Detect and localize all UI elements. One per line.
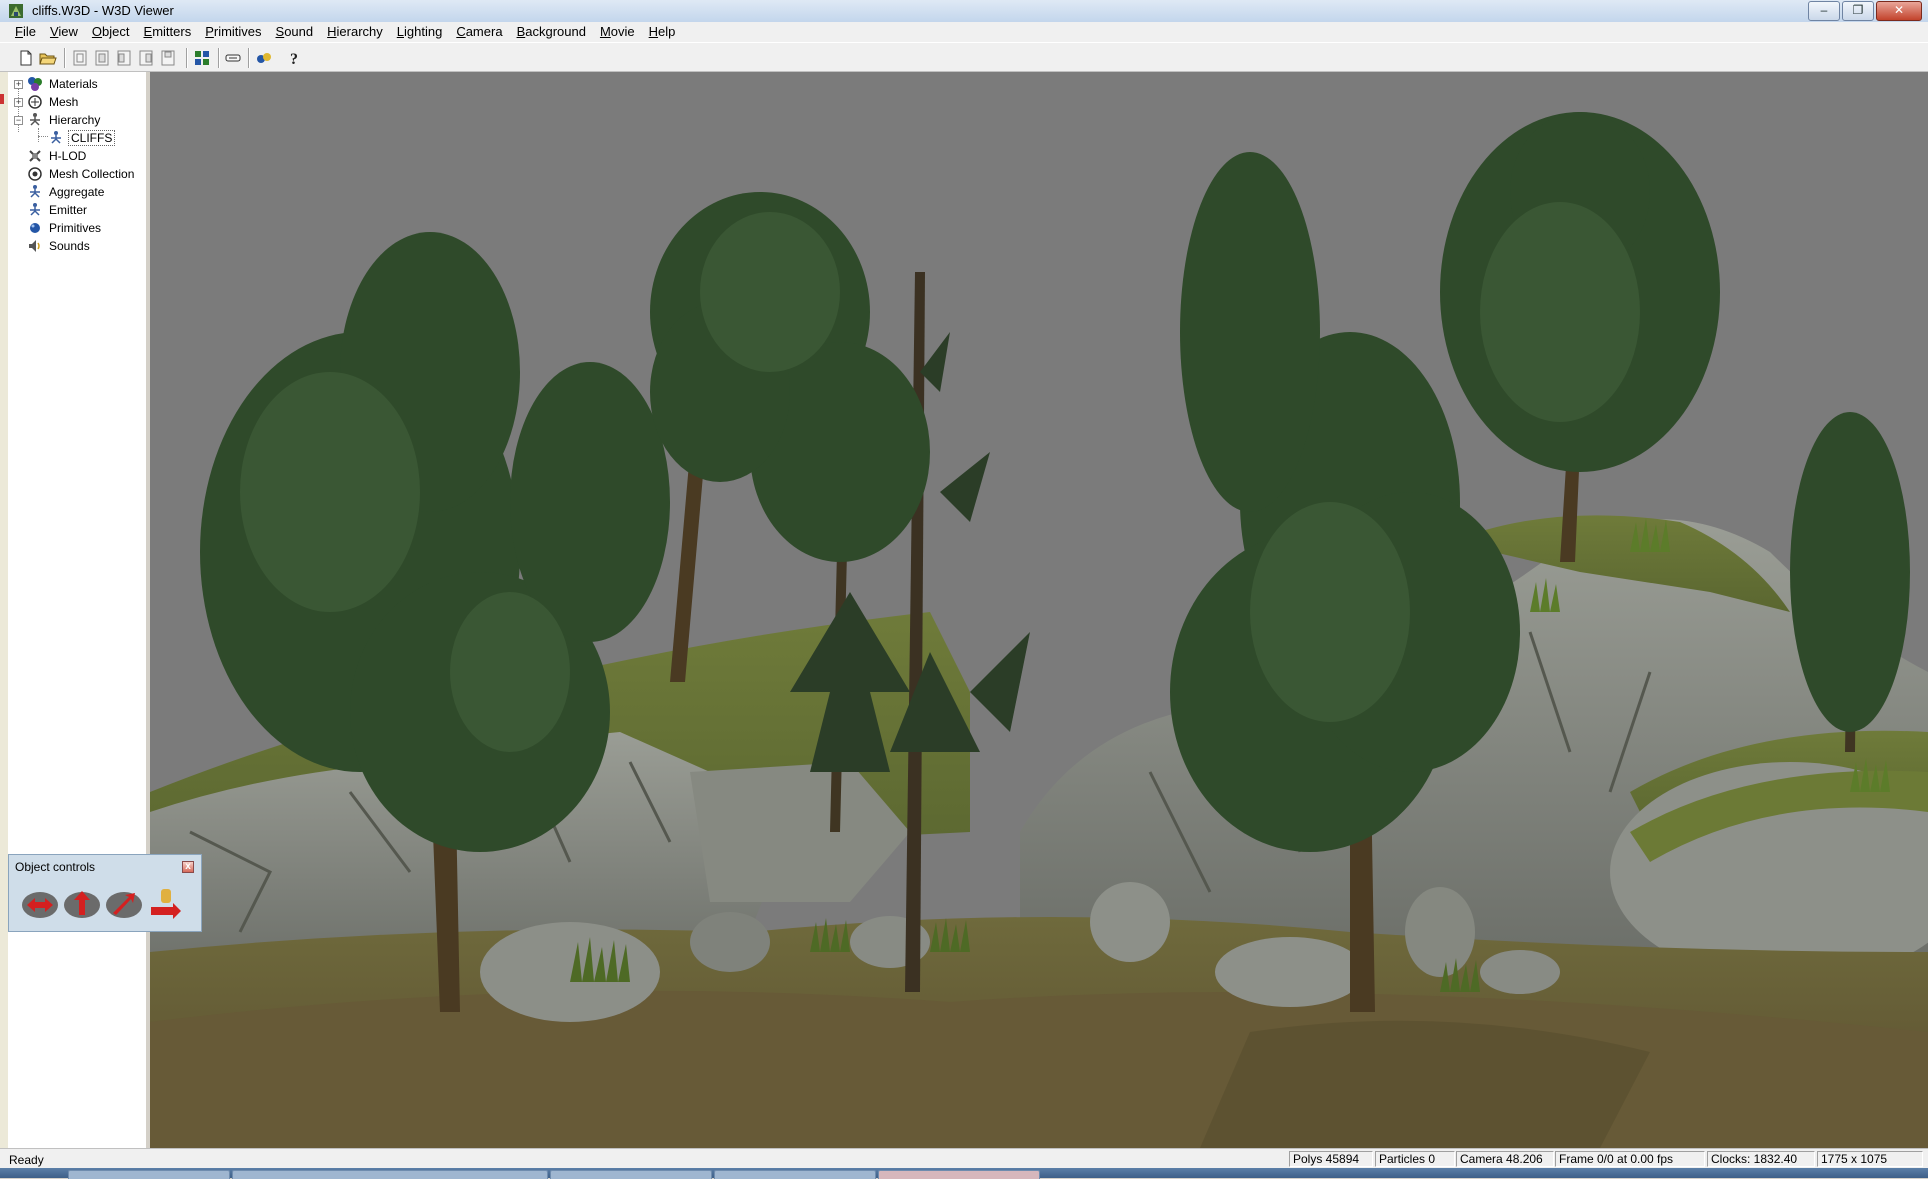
tree-item-label: Hierarchy: [49, 113, 101, 127]
tree-item-label: H-LOD: [49, 149, 87, 163]
rotate-y-icon[interactable]: [63, 885, 101, 923]
window-controls: – ❐ ✕: [1808, 1, 1922, 21]
expand-toggle[interactable]: +: [14, 79, 23, 89]
status-frame: Frame 0/0 at 0.00 fps: [1555, 1151, 1705, 1167]
status-particles: Particles 0: [1375, 1151, 1455, 1167]
materials-icon: [28, 77, 42, 91]
menu-emitters[interactable]: Emitters: [137, 22, 199, 42]
hierarchy-child-icon: [51, 131, 61, 144]
tree-item-emitter[interactable]: Emitter: [27, 201, 89, 219]
close-icon: ✕: [1893, 3, 1905, 17]
object-rotate-icon[interactable]: [192, 48, 212, 68]
camera-back-icon[interactable]: [92, 48, 112, 68]
tree-item-label: Aggregate: [49, 185, 105, 199]
menu-bar: File View Object Emitters Primitives Sou…: [0, 22, 1928, 42]
tree-item-primitives[interactable]: Primitives: [27, 219, 103, 237]
toggle-sky-icon[interactable]: [223, 48, 243, 68]
menu-camera[interactable]: Camera: [449, 22, 509, 42]
help-icon[interactable]: ?: [284, 48, 304, 68]
tree-item-label: Materials: [49, 77, 98, 91]
close-button[interactable]: ✕: [1876, 1, 1922, 21]
status-ready: Ready: [9, 1153, 44, 1167]
window-title: cliffs.W3D - W3D Viewer: [32, 3, 174, 18]
status-clocks: Clocks: 1832.40: [1707, 1151, 1815, 1167]
collapse-toggle[interactable]: −: [14, 115, 23, 125]
camera-left-icon[interactable]: [114, 48, 134, 68]
object-controls-buttons: [21, 885, 185, 925]
open-folder-icon[interactable]: [38, 48, 58, 68]
camera-top-icon[interactable]: [158, 48, 178, 68]
menu-background[interactable]: Background: [510, 22, 593, 42]
menu-primitives[interactable]: Primitives: [198, 22, 268, 42]
tree-item-aggregate[interactable]: Aggregate: [27, 183, 106, 201]
emitter-icon: [30, 203, 40, 216]
menu-object[interactable]: Object: [85, 22, 137, 42]
mesh-icon: [28, 95, 42, 109]
mesh-collection-icon: [28, 167, 42, 181]
tree-item-mesh[interactable]: + Mesh: [14, 93, 80, 111]
tree-item-sounds[interactable]: Sounds: [27, 237, 92, 255]
aggregate-icon: [30, 185, 40, 198]
status-bar: Ready Polys 45894 Particles 0 Camera 48.…: [0, 1148, 1928, 1168]
tree-item-mesh-collection[interactable]: Mesh Collection: [27, 165, 136, 183]
menu-movie[interactable]: Movie: [593, 22, 642, 42]
object-controls-close-button[interactable]: x: [182, 861, 194, 873]
primitives-icon: [30, 223, 40, 233]
title-bar: cliffs.W3D - W3D Viewer – ❐ ✕: [0, 0, 1928, 23]
tree-item-hierarchy[interactable]: − Hierarchy: [14, 111, 102, 129]
tree-item-label: CLIFFS: [68, 130, 116, 146]
rotate-z-icon[interactable]: [105, 885, 143, 923]
scene-render: [150, 72, 1928, 1148]
restore-icon: ❐: [1852, 3, 1864, 17]
expand-toggle[interactable]: +: [14, 97, 23, 107]
status-polys: Polys 45894: [1289, 1151, 1373, 1167]
tree-item-label: Emitter: [49, 203, 88, 217]
hlod-icon: [29, 150, 41, 162]
camera-front-icon[interactable]: [70, 48, 90, 68]
tree-item-materials[interactable]: + Materials: [14, 75, 100, 93]
camera-right-icon[interactable]: [136, 48, 156, 68]
taskbar: [0, 1168, 1928, 1179]
object-controls-title: Object controls: [15, 860, 96, 874]
object-controls-panel[interactable]: Object controls x: [8, 854, 202, 932]
toolbar: ?: [0, 42, 1928, 72]
svg-text:?: ?: [290, 51, 298, 68]
reset-rotation-icon[interactable]: [147, 885, 185, 923]
minimize-icon: –: [1820, 3, 1828, 17]
hierarchy-icon: [30, 113, 40, 126]
menu-hierarchy[interactable]: Hierarchy: [320, 22, 390, 42]
new-file-icon[interactable]: [16, 48, 36, 68]
rotate-x-icon[interactable]: [21, 885, 59, 923]
tree-item-label: Primitives: [49, 221, 102, 235]
tree-item-label: Mesh: [49, 95, 79, 109]
status-camera: Camera 48.206: [1456, 1151, 1554, 1167]
app-icon: [9, 4, 23, 18]
sounds-icon: [29, 240, 40, 252]
left-edge-strip: [0, 72, 8, 1148]
minimize-button[interactable]: –: [1808, 1, 1840, 21]
menu-view[interactable]: View: [43, 22, 85, 42]
tree-item-label: Sounds: [49, 239, 90, 253]
menu-sound[interactable]: Sound: [269, 22, 321, 42]
maximize-button[interactable]: ❐: [1842, 1, 1874, 21]
menu-lighting[interactable]: Lighting: [390, 22, 450, 42]
tree-item-hlod[interactable]: H-LOD: [27, 147, 88, 165]
tree-item-cliffs[interactable]: CLIFFS: [48, 129, 116, 147]
menu-help[interactable]: Help: [642, 22, 683, 42]
3d-viewport[interactable]: [150, 72, 1928, 1148]
menu-file[interactable]: File: [8, 22, 43, 42]
asset-tree[interactable]: + Materials + Mesh − Hierarchy CLIFFS H-…: [8, 72, 148, 1148]
status-resolution: 1775 x 1075: [1817, 1151, 1923, 1167]
animation-icon[interactable]: [254, 48, 274, 68]
tree-item-label: Mesh Collection: [49, 167, 135, 181]
